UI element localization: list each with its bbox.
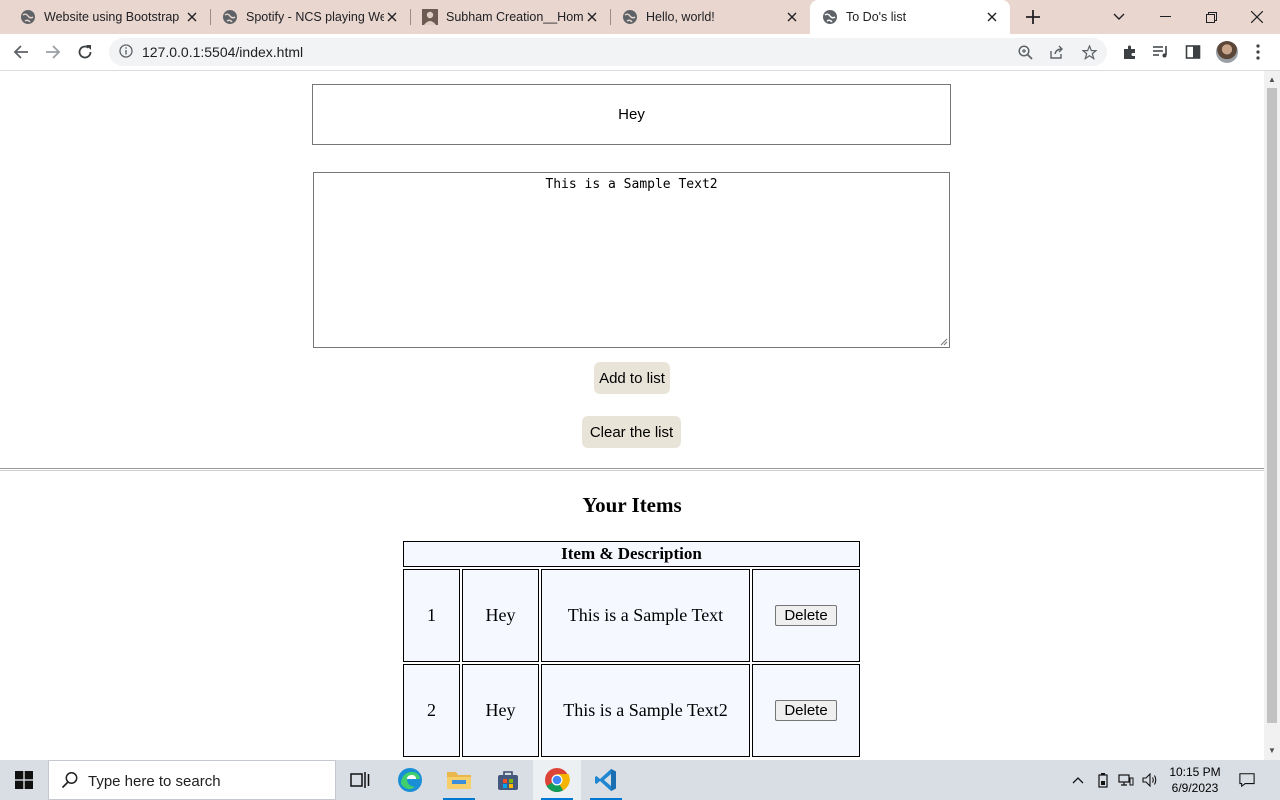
divider [0,468,1264,471]
task-view-button[interactable] [336,760,384,800]
items-heading: Your Items [582,493,682,517]
restore-icon [1205,11,1217,23]
new-tab-button[interactable] [1022,6,1044,28]
chevron-down-icon [1113,13,1125,20]
vscode-icon [595,769,616,791]
chrome-icon [545,768,570,793]
close-tab-icon[interactable] [784,9,800,25]
reload-button[interactable] [72,39,98,65]
resize-grip-icon[interactable] [938,336,948,346]
tab-website-bootstrap[interactable]: Website using Bootstrap [0,0,211,34]
taskbar-clock[interactable]: 10:15 PM 6/9/2023 [1160,764,1230,796]
chrome-taskbar-icon[interactable] [533,760,581,800]
close-tab-icon[interactable] [184,9,200,25]
start-button[interactable] [0,760,48,800]
close-window-button[interactable] [1234,0,1280,34]
scroll-down-icon[interactable]: ▼ [1268,746,1276,755]
bookmark-star-icon[interactable] [1081,44,1097,60]
notifications-icon[interactable] [1239,772,1255,788]
globe-icon [223,10,237,24]
row-action-cell: Delete [752,664,860,757]
minimize-icon [1159,16,1171,17]
description-textarea[interactable]: This is a Sample Text2 [313,172,950,348]
extensions-icon[interactable] [1121,43,1139,61]
vscode-taskbar-icon[interactable] [582,760,630,800]
page-viewport: This is a Sample Text2 Add to list Clear… [0,71,1264,760]
minimize-button[interactable] [1142,0,1188,34]
folder-icon [447,772,471,789]
row-number-cell: 2 [403,664,460,757]
add-to-list-button[interactable]: Add to list [594,362,670,394]
tab-search-button[interactable] [1096,0,1142,34]
tab-title: Subham Creation__Home [446,10,584,24]
row-action-cell: Delete [752,569,860,662]
arrow-right-icon [46,45,61,59]
row-number-cell: 1 [403,569,460,662]
task-view-icon [350,772,370,788]
back-button[interactable] [8,39,34,65]
show-hidden-icons-chevron-icon[interactable] [1070,772,1086,788]
taskbar-search-box[interactable]: Type here to search [48,760,336,800]
tab-subham-creation[interactable]: Subham Creation__Home [410,0,611,34]
battery-icon[interactable] [1095,772,1111,788]
clear-list-button[interactable]: Clear the list [582,416,681,448]
tab-strip: Website using Bootstrap Spotify - NCS pl… [0,0,1280,34]
row-title-cell: Hey [462,569,539,662]
side-panel-icon[interactable] [1184,43,1202,61]
volume-icon[interactable] [1142,772,1158,788]
forward-button[interactable] [40,39,66,65]
scroll-up-icon[interactable]: ▲ [1268,75,1276,84]
restore-button[interactable] [1188,0,1234,34]
tab-title: Website using Bootstrap [44,10,180,24]
profile-avatar[interactable] [1216,41,1238,63]
profile-photo-icon [422,9,438,25]
title-input[interactable] [312,84,951,145]
tab-title: Spotify - NCS playing Wel [246,10,384,24]
zoom-icon[interactable] [1017,44,1033,60]
clock-date: 6/9/2023 [1171,781,1219,795]
media-control-icon[interactable] [1152,43,1170,61]
page-scrollbar[interactable]: ▲ ▼ [1264,71,1280,760]
url-text: 127.0.0.1:5504/index.html [142,44,304,60]
file-explorer-taskbar-icon[interactable] [435,760,483,800]
table-header: Item & Description [403,541,860,567]
windows-taskbar: Type here to search 10:15 PM 6/9/2023 [0,760,1280,800]
row-description-cell: This is a Sample Text2 [541,664,750,757]
arrow-left-icon [13,45,28,59]
address-bar[interactable]: 127.0.0.1:5504/index.html [109,38,1107,66]
row-description-cell: This is a Sample Text [541,569,750,662]
globe-icon [21,10,35,24]
store-taskbar-icon[interactable] [484,760,532,800]
menu-kebab-icon[interactable] [1249,43,1267,61]
search-placeholder: Type here to search [88,773,221,790]
search-icon [61,772,78,789]
tab-title: To Do's list [846,10,907,24]
close-tab-icon[interactable] [984,9,1000,25]
store-bag-icon [498,771,518,790]
plus-icon [1026,10,1040,24]
close-icon [1251,11,1263,23]
delete-button[interactable]: Delete [775,605,837,626]
network-icon[interactable] [1118,772,1134,788]
close-tab-icon[interactable] [384,9,400,25]
windows-logo-icon [15,771,33,789]
share-icon[interactable] [1049,44,1065,60]
edge-taskbar-icon[interactable] [386,760,434,800]
browser-toolbar: 127.0.0.1:5504/index.html [0,34,1280,71]
info-icon[interactable] [119,44,133,58]
row-title-cell: Hey [462,664,539,757]
tab-hello-world[interactable]: Hello, world! [610,0,810,34]
tab-todo-list[interactable]: To Do's list [810,0,1010,34]
delete-button[interactable]: Delete [775,700,837,721]
edge-icon [398,768,422,792]
tab-title: Hello, world! [646,10,715,24]
close-tab-icon[interactable] [584,9,600,25]
globe-icon [823,10,837,24]
globe-icon [623,10,637,24]
tab-spotify[interactable]: Spotify - NCS playing Wel [210,0,411,34]
scrollbar-thumb[interactable] [1267,88,1277,723]
clock-time: 10:15 PM [1169,765,1221,779]
reload-icon [78,45,92,59]
